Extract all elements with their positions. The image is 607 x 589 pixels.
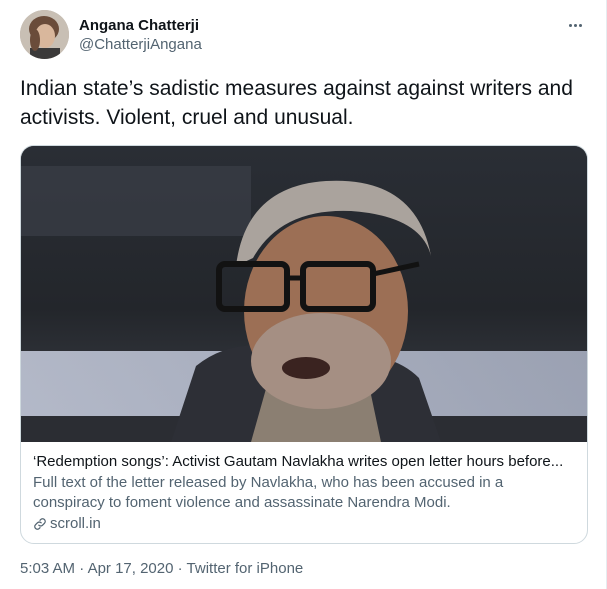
author-block[interactable]: Angana Chatterji @ChatterjiAngana bbox=[79, 16, 202, 54]
tweet-text: Indian state’s sadistic measures against… bbox=[20, 77, 573, 129]
avatar-photo bbox=[20, 10, 69, 59]
link-card[interactable]: ‘Redemption songs’: Activist Gautam Navl… bbox=[20, 145, 588, 544]
card-domain: scroll.in bbox=[33, 514, 578, 534]
tweet-meta: 5:03 AM · Apr 17, 2020 · Twitter for iPh… bbox=[20, 559, 303, 579]
link-icon bbox=[34, 518, 46, 530]
tweet-date[interactable]: Apr 17, 2020 bbox=[88, 560, 174, 577]
tweet: Angana Chatterji @ChatterjiAngana Indian… bbox=[0, 0, 607, 589]
meta-separator: · bbox=[177, 560, 183, 577]
user-handle[interactable]: @ChatterjiAngana bbox=[79, 35, 202, 54]
card-domain-text: scroll.in bbox=[50, 515, 101, 532]
card-photo bbox=[21, 146, 587, 442]
tweet-header: Angana Chatterji @ChatterjiAngana bbox=[20, 10, 590, 62]
display-name[interactable]: Angana Chatterji bbox=[79, 16, 202, 35]
tweet-source[interactable]: Twitter for iPhone bbox=[187, 560, 304, 577]
more-horizontal-icon[interactable] bbox=[564, 18, 586, 32]
card-body: ‘Redemption songs’: Activist Gautam Navl… bbox=[33, 452, 578, 534]
card-description: Full text of the letter released by Navl… bbox=[33, 474, 504, 511]
tweet-time[interactable]: 5:03 AM bbox=[20, 560, 75, 577]
card-title: ‘Redemption songs’: Activist Gautam Navl… bbox=[33, 453, 564, 470]
card-image[interactable] bbox=[21, 146, 587, 442]
avatar[interactable] bbox=[20, 10, 69, 59]
meta-separator: · bbox=[79, 560, 85, 577]
